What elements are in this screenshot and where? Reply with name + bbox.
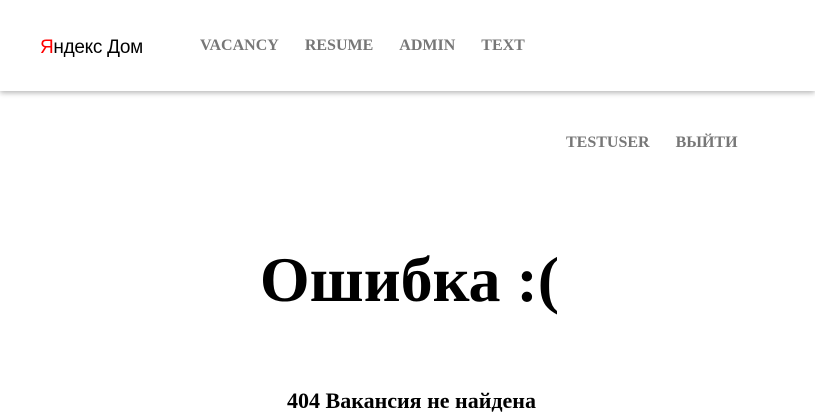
nav-item-resume[interactable]: RESUME <box>305 37 373 55</box>
logout-link[interactable]: ВЫЙТИ <box>676 134 738 152</box>
logo-text: ндекс <box>53 37 103 58</box>
nav-item-vacancy[interactable]: VACANCY <box>200 37 279 55</box>
user-nav: TESTUSER ВЫЙТИ <box>566 134 764 152</box>
nav-item-admin[interactable]: ADMIN <box>399 37 455 55</box>
error-message: 404 Вакансия не найдена <box>287 388 536 413</box>
yandex-dom-logo[interactable]: Яндекс Дом <box>40 35 143 61</box>
error-title: Ошибка :( <box>259 244 560 315</box>
nav-item-text[interactable]: TEXT <box>481 37 525 55</box>
main-nav: VACANCY RESUME ADMIN TEXT <box>200 37 551 55</box>
logo-suffix: Дом <box>107 37 143 58</box>
username-link[interactable]: TESTUSER <box>566 134 650 152</box>
top-header: Яндекс Дом VACANCY RESUME ADMIN TEXT <box>0 0 815 91</box>
logo-first-letter: Я <box>40 37 54 58</box>
